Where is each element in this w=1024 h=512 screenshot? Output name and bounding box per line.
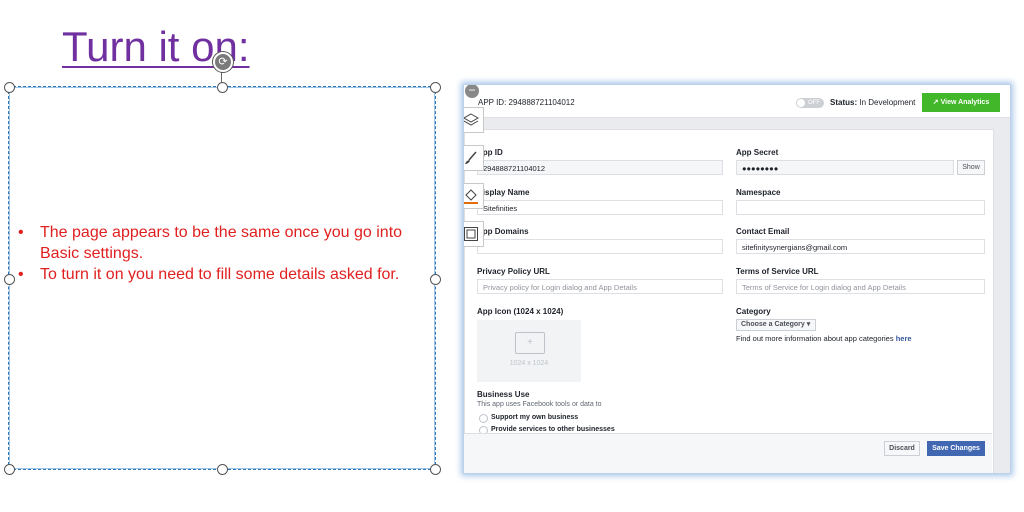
namespace-label: Namespace	[736, 188, 781, 197]
radio-own-business[interactable]	[479, 414, 488, 423]
show-secret-button[interactable]: Show	[957, 160, 985, 175]
app-domains-field[interactable]	[477, 239, 723, 254]
resize-handle-bottom-right[interactable]	[430, 464, 441, 475]
tos-url-field[interactable]: Terms of Service for Login dialog and Ap…	[736, 279, 985, 294]
category-label: Category	[736, 307, 771, 316]
option-other-businesses: Provide services to other businesses	[491, 426, 615, 433]
app-domains-label: App Domains	[477, 227, 529, 236]
minus-icon[interactable]: −	[465, 85, 479, 98]
resize-handle-right[interactable]	[430, 274, 441, 285]
display-name-label: Display Name	[477, 188, 530, 197]
tos-url-label: Terms of Service URL	[736, 267, 819, 276]
view-analytics-button[interactable]: ↗ View Analytics	[922, 93, 1000, 112]
namespace-field[interactable]	[736, 200, 985, 215]
app-id-field[interactable]: 294888721104012	[477, 160, 723, 175]
frame-icon[interactable]	[464, 221, 484, 247]
resize-handle-top[interactable]	[217, 82, 228, 93]
layers-icon[interactable]	[464, 107, 484, 133]
contact-email-field[interactable]: sitefinitysynergians@gmail.com	[736, 239, 985, 254]
privacy-url-label: Privacy Policy URL	[477, 267, 550, 276]
option-own-business: Support my own business	[491, 414, 579, 421]
status-text: Status: In Development	[830, 98, 916, 107]
basic-settings-panel: App ID 294888721104012 App Secret ●●●●●●…	[464, 129, 994, 473]
bullet-text: The page appears to be the same once you…	[40, 224, 403, 262]
resize-handle-bottom[interactable]	[217, 464, 228, 475]
app-secret-label: App Secret	[736, 148, 779, 157]
bullet-item: • The page appears to be the same once yo…	[18, 224, 403, 262]
resize-handle-bottom-left[interactable]	[4, 464, 15, 475]
category-info: Find out more information about app cate…	[736, 334, 912, 343]
app-id-header: APP ID: 294888721104012	[478, 98, 575, 107]
app-icon-label: App Icon (1024 x 1024)	[477, 307, 564, 316]
resize-handle-top-right[interactable]	[430, 82, 441, 93]
business-use-label: Business Use	[477, 390, 530, 399]
privacy-url-field[interactable]: Privacy policy for Login dialog and App …	[477, 279, 723, 294]
bullet-text: To turn it on you need to fill some deta…	[40, 266, 400, 283]
app-icon-upload[interactable]: + 1024 x 1024	[477, 320, 581, 382]
icon-size-text: 1024 x 1024	[509, 360, 549, 367]
save-changes-button[interactable]: Save Changes	[927, 441, 985, 456]
display-name-field[interactable]: Sitefinities	[477, 200, 723, 215]
image-placeholder-icon: +	[515, 332, 545, 354]
bullet-item: • To turn it on you need to fill some det…	[18, 266, 400, 283]
fill-bucket-icon[interactable]	[464, 183, 484, 209]
toggle-label: OFF	[808, 100, 820, 106]
bullet-list: • The page appears to be the same once yo…	[18, 222, 428, 285]
app-topbar: APP ID: 294888721104012 OFF Status: In D…	[464, 85, 1010, 118]
contact-email-label: Contact Email	[736, 227, 790, 236]
resize-handle-left[interactable]	[4, 274, 15, 285]
app-settings-screenshot: APP ID: 294888721104012 OFF Status: In D…	[463, 84, 1011, 474]
live-toggle[interactable]: OFF	[796, 98, 824, 108]
category-help-link[interactable]: here	[896, 334, 912, 343]
resize-handle-top-left[interactable]	[4, 82, 15, 93]
discard-button[interactable]: Discard	[884, 441, 920, 456]
choose-category-dropdown[interactable]: Choose a Category ▾	[736, 319, 816, 331]
brush-icon[interactable]	[464, 145, 484, 171]
app-secret-field[interactable]: ●●●●●●●●	[736, 160, 954, 175]
business-use-desc: This app uses Facebook tools or data to	[477, 401, 602, 408]
rotate-icon[interactable]: ⟳	[213, 52, 233, 72]
